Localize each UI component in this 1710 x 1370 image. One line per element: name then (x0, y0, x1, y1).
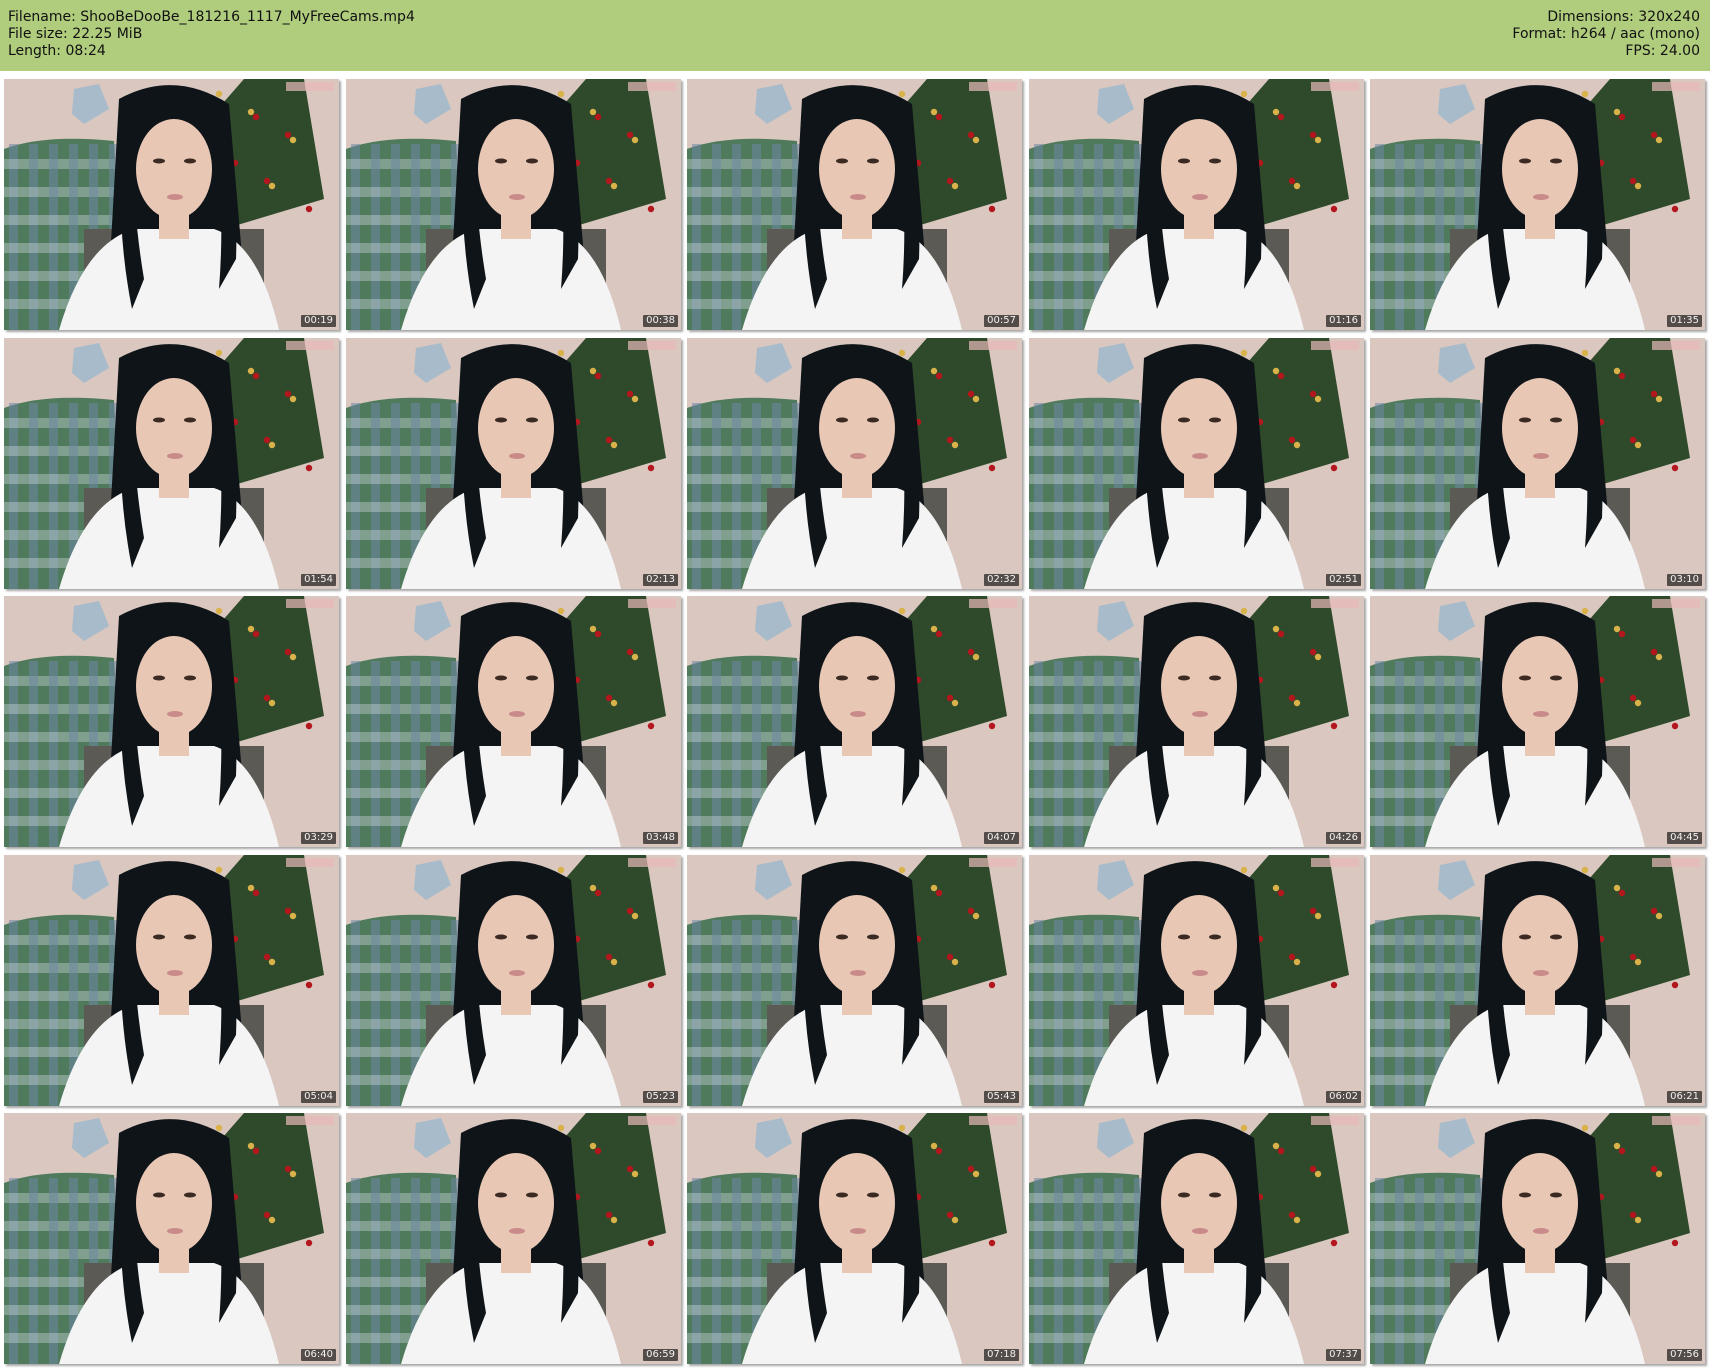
dimensions-text: Dimensions: 320x240 (1547, 9, 1700, 25)
info-right: Dimensions: 320x240 Format: h264 / aac (… (1512, 9, 1700, 60)
timestamp-label: 03:10 (1667, 574, 1702, 586)
thumbnail-frame: 03:48 (346, 596, 681, 847)
thumbnail-frame: 05:43 (687, 855, 1022, 1106)
timestamp-label: 03:29 (301, 832, 336, 844)
video-frame-image (687, 338, 1022, 589)
thumbnail-frame: 04:07 (687, 596, 1022, 847)
video-frame-image (1370, 79, 1705, 330)
thumbnail-frame: 05:23 (346, 855, 681, 1106)
video-frame-image (4, 1113, 339, 1364)
video-frame-image (1370, 596, 1705, 847)
timestamp-label: 05:04 (301, 1091, 336, 1103)
thumbnail-frame: 01:54 (4, 338, 339, 589)
thumbnail-frame: 03:10 (1370, 338, 1705, 589)
video-frame-image (687, 1113, 1022, 1364)
timestamp-label: 03:48 (643, 832, 678, 844)
info-left: Filename: ShooBeDooBe_181216_1117_MyFree… (8, 9, 415, 60)
video-frame-image (1029, 855, 1364, 1106)
timestamp-label: 01:16 (1326, 315, 1361, 327)
thumbnail-frame: 06:02 (1029, 855, 1364, 1106)
timestamp-label: 05:43 (984, 1091, 1019, 1103)
timestamp-label: 06:21 (1667, 1091, 1702, 1103)
timestamp-label: 01:54 (301, 574, 336, 586)
format-text: Format: h264 / aac (mono) (1512, 26, 1700, 42)
timestamp-label: 01:35 (1667, 315, 1702, 327)
timestamp-label: 07:37 (1326, 1349, 1361, 1361)
timestamp-label: 07:18 (984, 1349, 1019, 1361)
video-frame-image (346, 1113, 681, 1364)
info-header: Filename: ShooBeDooBe_181216_1117_MyFree… (0, 0, 1710, 71)
timestamp-label: 07:56 (1667, 1349, 1702, 1361)
length-text: Length: 08:24 (8, 43, 106, 59)
thumbnail-frame: 03:29 (4, 596, 339, 847)
timestamp-label: 06:59 (643, 1349, 678, 1361)
timestamp-label: 06:40 (301, 1349, 336, 1361)
thumbnail-frame: 07:56 (1370, 1113, 1705, 1364)
thumbnail-frame: 05:04 (4, 855, 339, 1106)
video-frame-image (1370, 855, 1705, 1106)
timestamp-label: 06:02 (1326, 1091, 1361, 1103)
thumbnail-frame: 07:37 (1029, 1113, 1364, 1364)
thumbnail-frame: 02:32 (687, 338, 1022, 589)
timestamp-label: 00:38 (643, 315, 678, 327)
video-frame-image (4, 596, 339, 847)
video-frame-image (1029, 596, 1364, 847)
thumbnail-frame: 02:13 (346, 338, 681, 589)
thumbnail-grid: 00:19 00:38 00:57 01:16 01:35 01:54 02:13 02:32… (4, 79, 1705, 1366)
timestamp-label: 04:45 (1667, 832, 1702, 844)
timestamp-label: 00:19 (301, 315, 336, 327)
timestamp-label: 00:57 (984, 315, 1019, 327)
timestamp-label: 02:51 (1326, 574, 1361, 586)
timestamp-label: 02:13 (643, 574, 678, 586)
video-frame-image (346, 596, 681, 847)
video-frame-image (346, 338, 681, 589)
video-frame-image (687, 596, 1022, 847)
video-frame-image (4, 338, 339, 589)
video-frame-image (1029, 338, 1364, 589)
video-frame-image (1029, 1113, 1364, 1364)
video-frame-image (687, 855, 1022, 1106)
thumbnail-frame: 01:35 (1370, 79, 1705, 330)
video-frame-image (346, 855, 681, 1106)
file-size-text: File size: 22.25 MiB (8, 26, 143, 42)
filename-text: Filename: ShooBeDooBe_181216_1117_MyFree… (8, 9, 415, 25)
video-frame-image (4, 855, 339, 1106)
video-frame-image (1370, 338, 1705, 589)
timestamp-label: 04:07 (984, 832, 1019, 844)
thumbnail-frame: 02:51 (1029, 338, 1364, 589)
thumbnail-frame: 00:57 (687, 79, 1022, 330)
video-frame-image (1029, 79, 1364, 330)
thumbnail-frame: 07:18 (687, 1113, 1022, 1364)
video-frame-image (346, 79, 681, 330)
thumbnail-frame: 04:45 (1370, 596, 1705, 847)
thumbnail-frame: 06:40 (4, 1113, 339, 1364)
thumbnail-frame: 04:26 (1029, 596, 1364, 847)
thumbnail-frame: 00:19 (4, 79, 339, 330)
video-frame-image (1370, 1113, 1705, 1364)
video-frame-image (687, 79, 1022, 330)
timestamp-label: 05:23 (643, 1091, 678, 1103)
thumbnail-frame: 00:38 (346, 79, 681, 330)
fps-text: FPS: 24.00 (1625, 43, 1700, 59)
thumbnail-frame: 06:59 (346, 1113, 681, 1364)
timestamp-label: 04:26 (1326, 832, 1361, 844)
thumbnail-frame: 01:16 (1029, 79, 1364, 330)
timestamp-label: 02:32 (984, 574, 1019, 586)
thumbnail-frame: 06:21 (1370, 855, 1705, 1106)
video-frame-image (4, 79, 339, 330)
